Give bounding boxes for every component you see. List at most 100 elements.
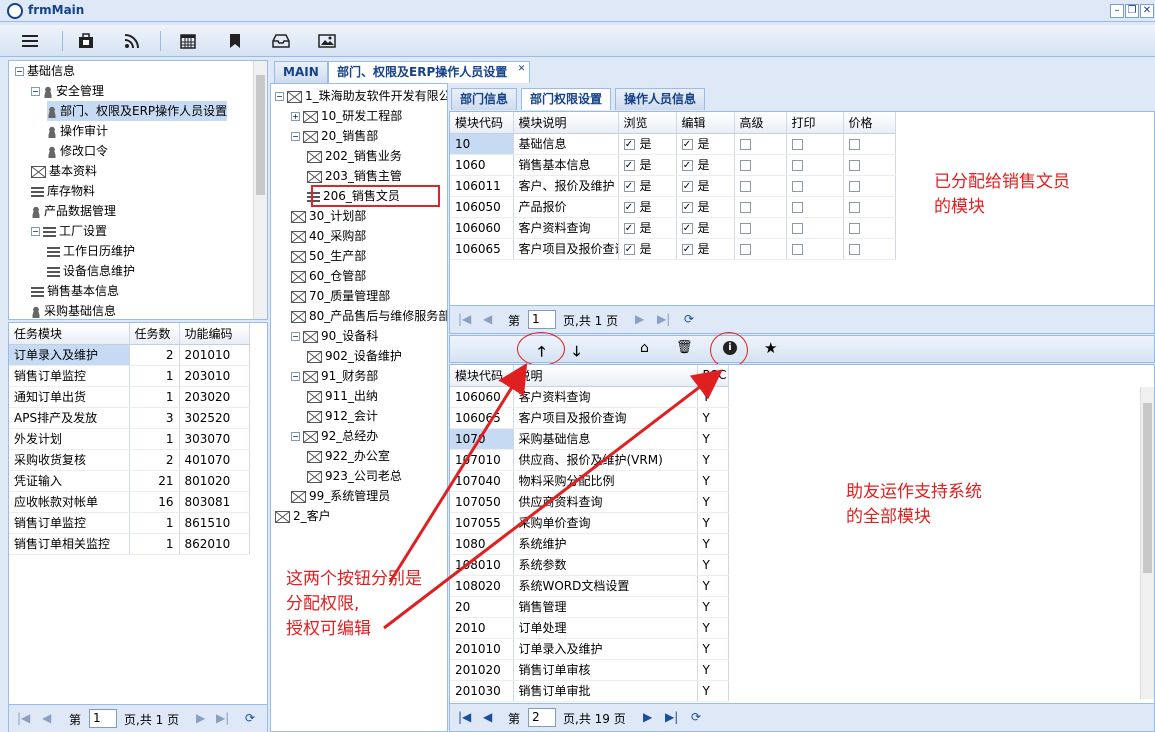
image-icon[interactable] [309, 27, 345, 55]
checkbox[interactable] [848, 243, 860, 255]
edit-cell[interactable]: ✓ 是 [676, 175, 735, 197]
checkbox[interactable] [848, 159, 860, 171]
checkbox[interactable] [848, 222, 860, 234]
collapse-icon[interactable]: − [291, 372, 300, 381]
view-cell[interactable]: ✓ 是 [618, 196, 677, 218]
trash-icon[interactable]: 🗑 [676, 340, 693, 355]
org-tree-item[interactable]: 902_设备维护 [307, 346, 402, 366]
table-row[interactable]: 凭证输入 21 801020 [9, 470, 250, 492]
table-row[interactable]: 应收帐款对帐单 16 803081 [9, 491, 250, 513]
table-row[interactable]: 108010 系统参数 Y [450, 554, 729, 576]
checkbox[interactable] [739, 159, 751, 171]
table-row[interactable]: 采购收货复核 2 401070 [9, 449, 250, 471]
org-tree-item[interactable]: 202_销售业务 [307, 146, 402, 166]
briefcase-icon[interactable] [68, 27, 104, 55]
table-row[interactable]: 107050 供应商资料查询 Y [450, 491, 729, 513]
prev-page-icon[interactable]: ◀ [42, 711, 51, 725]
org-tree-item[interactable]: 2_客户 [275, 506, 331, 526]
table-row[interactable]: 106050 产品报价 ✓ 是 ✓ 是 [450, 196, 896, 218]
collapse-icon[interactable]: − [31, 87, 40, 96]
org-tree-item[interactable]: 70_质量管理部 [291, 286, 390, 306]
scroll-thumb[interactable] [1143, 403, 1152, 573]
table-row[interactable]: 108020 系统WORD文档设置 Y [450, 575, 729, 597]
advanced-cell[interactable] [734, 196, 787, 218]
advanced-cell[interactable] [734, 133, 787, 155]
org-tree-item[interactable]: 923_公司老总 [307, 466, 402, 486]
star-icon[interactable]: ★ [764, 339, 777, 357]
table-row[interactable]: 106011 客户、报价及维护 ✓ 是 ✓ 是 [450, 175, 896, 197]
checkbox[interactable] [791, 159, 803, 171]
price-cell[interactable] [843, 133, 896, 155]
print-cell[interactable] [786, 154, 844, 176]
table-row[interactable]: 1060 销售基本信息 ✓ 是 ✓ 是 [450, 154, 896, 176]
rss-icon[interactable] [114, 27, 150, 55]
page-number-input[interactable]: 1 [89, 709, 117, 728]
advanced-cell[interactable] [734, 238, 787, 260]
checkbox[interactable]: ✓ [623, 160, 635, 171]
nav-tree-item[interactable]: − 基础信息 [15, 61, 75, 81]
next-page-icon[interactable]: ▶ [643, 710, 652, 724]
table-row[interactable]: 106065 客户项目及报价查询 ✓ 是 ✓ 是 [450, 238, 896, 260]
org-tree-item[interactable]: 40_采购部 [291, 226, 366, 246]
page-number-input[interactable]: 1 [528, 310, 556, 329]
org-tree-item[interactable]: 80_产品售后与维修服务部 [291, 306, 447, 326]
nav-tree-item[interactable]: 设备信息维护 [47, 261, 135, 281]
advanced-cell[interactable] [734, 175, 787, 197]
print-cell[interactable] [786, 175, 844, 197]
print-cell[interactable] [786, 238, 844, 260]
column-header[interactable]: 价格 [843, 112, 896, 134]
org-tree-item[interactable]: 60_仓管部 [291, 266, 366, 286]
table-row[interactable]: 销售订单监控 1 861510 [9, 512, 250, 534]
edit-cell[interactable]: ✓ 是 [676, 154, 735, 176]
calendar-icon[interactable] [170, 27, 206, 55]
org-tree-item[interactable]: 30_计划部 [291, 206, 366, 226]
tab-dept-permissions-setting[interactable]: 部门权限设置 [521, 88, 612, 110]
scroll-thumb[interactable] [256, 75, 265, 195]
view-cell[interactable]: ✓ 是 [618, 217, 677, 239]
table-row[interactable]: 106060 客户资料查询 ✓ 是 ✓ 是 [450, 217, 896, 239]
expand-icon[interactable]: + [291, 112, 300, 121]
first-page-icon[interactable]: |◀ [458, 710, 471, 724]
column-header[interactable]: 任务数 [129, 323, 180, 345]
column-header[interactable]: 模块代码 [450, 112, 514, 134]
checkbox[interactable] [791, 138, 803, 150]
column-header[interactable]: 编辑 [676, 112, 735, 134]
checkbox[interactable]: ✓ [623, 139, 635, 150]
org-tree-item[interactable]: 911_出纳 [307, 386, 378, 406]
tab-main[interactable]: MAIN [274, 61, 328, 83]
collapse-icon[interactable]: − [15, 67, 24, 76]
checkbox[interactable] [791, 243, 803, 255]
checkbox[interactable]: ✓ [681, 181, 693, 192]
table-row[interactable]: 外发计划 1 303070 [9, 428, 250, 450]
org-tree-item[interactable]: − 90_设备科 [291, 326, 378, 346]
nav-tree-item[interactable]: 工作日历维护 [47, 241, 135, 261]
home-icon[interactable]: ⌂ [640, 340, 649, 356]
price-cell[interactable] [843, 196, 896, 218]
view-cell[interactable]: ✓ 是 [618, 154, 677, 176]
org-tree-item[interactable]: − 1_珠海助友软件开发有限公司 [275, 86, 447, 106]
nav-tree-item[interactable]: 基本资料 [31, 161, 97, 181]
checkbox[interactable]: ✓ [681, 202, 693, 213]
view-cell[interactable]: ✓ 是 [618, 238, 677, 260]
org-tree-item[interactable]: − 92_总经办 [291, 426, 378, 446]
nav-tree-item[interactable]: 部门、权限及ERP操作人员设置 [47, 101, 228, 121]
arrow-down-icon[interactable]: 🡓 [573, 341, 580, 365]
org-tree-item[interactable]: 922_办公室 [307, 446, 390, 466]
print-cell[interactable] [786, 217, 844, 239]
tab-dept-info[interactable]: 部门信息 [451, 88, 518, 110]
checkbox[interactable]: ✓ [623, 202, 635, 213]
price-cell[interactable] [843, 175, 896, 197]
inbox-icon[interactable] [263, 27, 299, 55]
org-tree-item[interactable]: 203_销售主管 [307, 166, 402, 186]
table-row[interactable]: 10 基础信息 ✓ 是 ✓ 是 [450, 133, 896, 155]
nav-tree-item[interactable]: 采购基础信息 [31, 301, 116, 319]
view-cell[interactable]: ✓ 是 [618, 133, 677, 155]
checkbox[interactable]: ✓ [681, 223, 693, 234]
table-row[interactable]: 106060 客户资料查询 Y [450, 386, 729, 408]
next-page-icon[interactable]: ▶ [635, 312, 644, 326]
table-row[interactable]: 订单录入及维护 2 201010 [9, 344, 250, 366]
price-cell[interactable] [843, 238, 896, 260]
checkbox[interactable] [739, 138, 751, 150]
print-cell[interactable] [786, 133, 844, 155]
checkbox[interactable] [739, 243, 751, 255]
